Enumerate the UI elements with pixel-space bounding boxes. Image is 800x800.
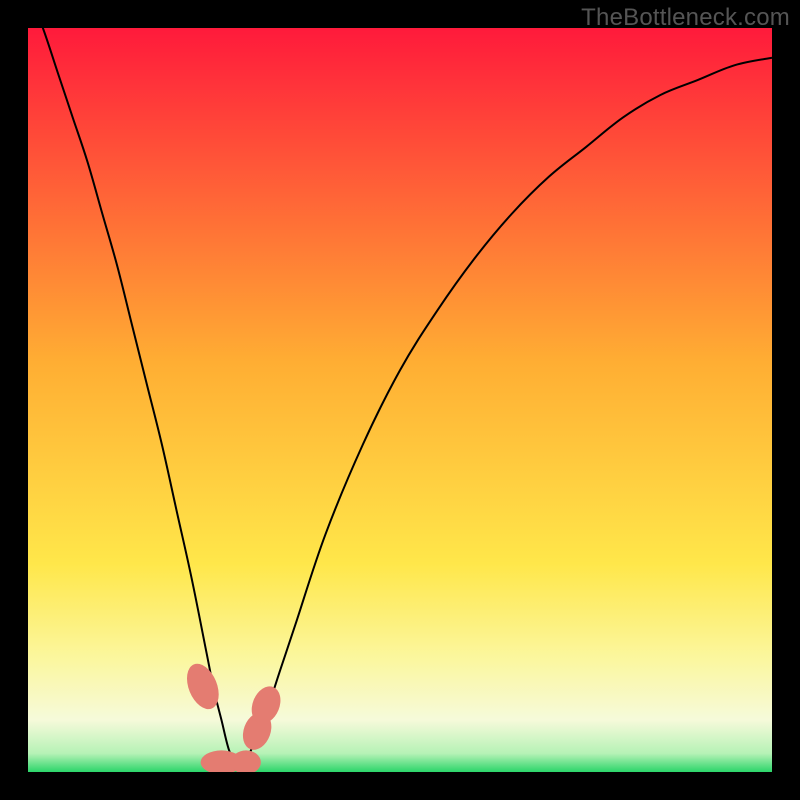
- gradient-background: [28, 28, 772, 772]
- bottleneck-chart: [28, 28, 772, 772]
- watermark-text: TheBottleneck.com: [581, 4, 790, 32]
- chart-frame: TheBottleneck.com: [0, 0, 800, 800]
- plot-area: [28, 28, 772, 772]
